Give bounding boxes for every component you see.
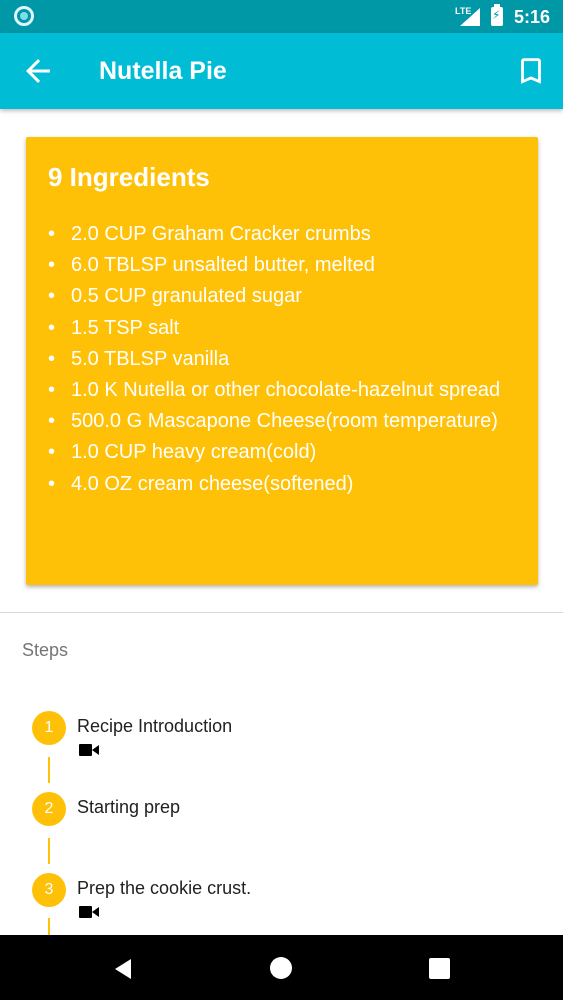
status-bar: LTE 5:16: [0, 0, 563, 33]
bullet-icon: •: [48, 347, 56, 370]
ingredient-item: • 500.0 G Mascapone Cheese(room temperatu…: [48, 406, 508, 437]
bullet-icon: •: [48, 441, 56, 464]
ingredients-list: • 2.0 CUP Graham Cracker crumbs • 6.0 TBLSP…: [48, 219, 508, 500]
ingredient-item: • 4.0 OZ cream cheese(softened): [48, 469, 508, 500]
ingredient-text: 5.0 TBLSP vanilla: [71, 347, 230, 370]
status-clock: 5:16: [514, 7, 551, 27]
videocam-icon: [79, 744, 99, 756]
notification-icon: [14, 6, 34, 26]
step-title: Prep the cookie crust.: [77, 878, 252, 898]
battery-icon: [491, 4, 503, 26]
nav-home-button[interactable]: [270, 957, 292, 979]
ingredient-text: 500.0 G Mascapone Cheese(room temperatur…: [71, 410, 498, 433]
app-bar: Nutella Pie: [0, 33, 563, 109]
bullet-icon: •: [48, 472, 56, 495]
step-title: Recipe Introduction: [77, 716, 233, 736]
step-number-badge: 3: [32, 873, 66, 907]
bookmark-button[interactable]: [514, 53, 548, 89]
ingredient-text: 0.5 CUP granulated sugar: [71, 285, 302, 308]
step-number-badge: 2: [32, 792, 66, 826]
nav-back-button[interactable]: [112, 957, 136, 981]
bullet-icon: •: [48, 410, 56, 433]
ingredient-text: 4.0 OZ cream cheese(softened): [71, 472, 354, 495]
step-item[interactable]: 1 Recipe Introduction: [32, 711, 532, 756]
ingredient-text: 2.0 CUP Graham Cracker crumbs: [71, 223, 371, 245]
step-connector: [48, 838, 50, 864]
bullet-icon: •: [48, 254, 56, 277]
ingredient-item: • 5.0 TBLSP vanilla: [48, 344, 508, 375]
triangle-back-icon: [115, 959, 131, 979]
bullet-icon: •: [48, 316, 56, 339]
arrow-back-icon: [26, 59, 50, 83]
steps-heading: Steps: [22, 640, 69, 660]
step-connector: [48, 757, 50, 783]
system-nav-bar: [0, 935, 563, 1000]
ingredient-text: 1.0 CUP heavy cream(cold): [71, 441, 317, 464]
back-button[interactable]: [20, 53, 56, 89]
ingredient-item: • 1.0 CUP heavy cream(cold): [48, 437, 508, 468]
ingredient-item: • 1.0 K Nutella or other chocolate-hazeln…: [48, 375, 508, 406]
videocam-icon: [79, 906, 99, 918]
bookmark-icon: [521, 58, 541, 84]
ingredient-item: • 2.0 CUP Graham Cracker crumbs: [48, 219, 508, 250]
bullet-icon: •: [48, 285, 56, 308]
bullet-icon: •: [48, 223, 56, 245]
step-number-badge: 1: [32, 711, 66, 745]
ingredient-item: • 6.0 TBLSP unsalted butter, melted: [48, 250, 508, 281]
ingredient-item: • 0.5 CUP granulated sugar: [48, 281, 508, 312]
ingredient-item: • 1.5 TSP salt: [48, 313, 508, 344]
ingredients-heading: 9 Ingredients: [48, 162, 210, 192]
ingredient-text: 6.0 TBLSP unsalted butter, melted: [71, 254, 375, 277]
step-connector: [48, 918, 50, 935]
section-divider: [0, 612, 563, 613]
step-item[interactable]: 2 Starting prep: [32, 792, 532, 832]
nav-recents-button[interactable]: [429, 958, 450, 979]
signal-icon: [460, 8, 480, 26]
page-title: Nutella Pie: [99, 57, 227, 85]
ingredient-text: 1.5 TSP salt: [71, 316, 180, 339]
bullet-icon: •: [48, 379, 56, 402]
step-item[interactable]: 3 Prep the cookie crust.: [32, 873, 532, 918]
ingredient-text: 1.0 K Nutella or other chocolate-hazelnu…: [71, 379, 501, 402]
ingredients-card: 9 Ingredients • 2.0 CUP Graham Cracker cr…: [26, 137, 538, 585]
step-title: Starting prep: [77, 797, 181, 817]
